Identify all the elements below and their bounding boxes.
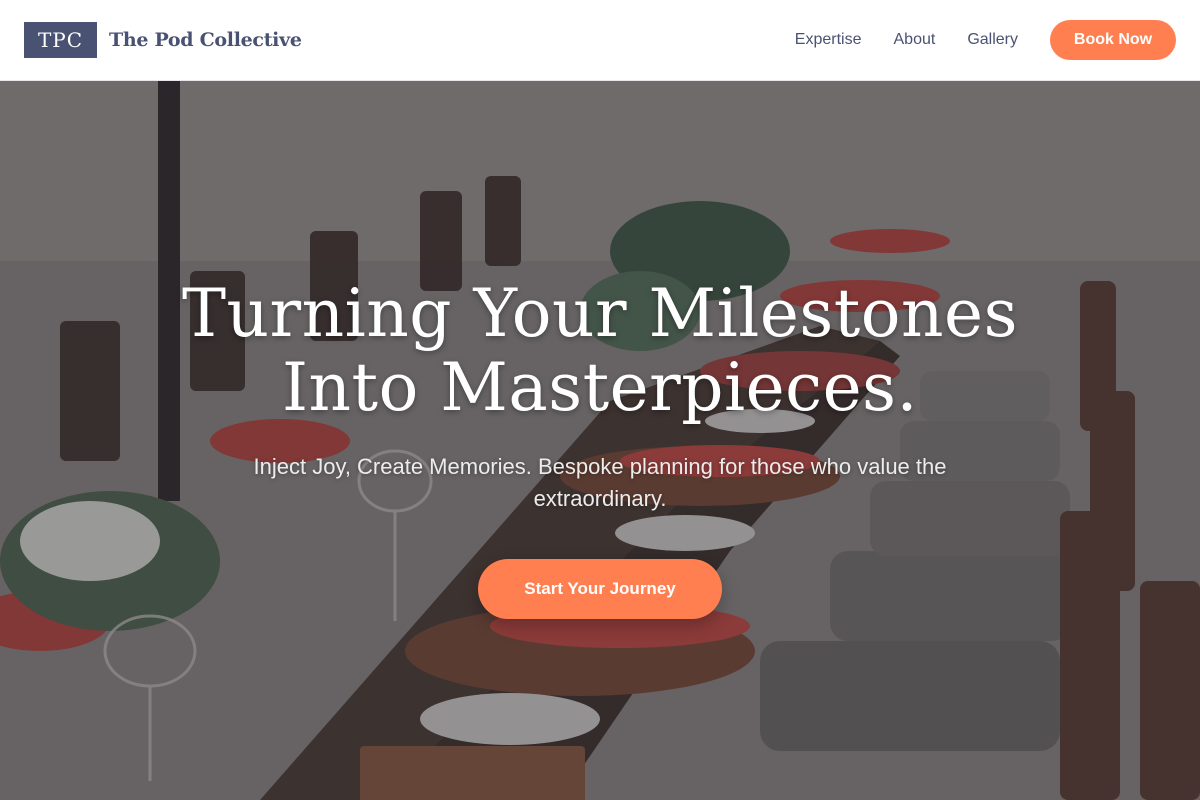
nav-link-gallery[interactable]: Gallery bbox=[967, 31, 1018, 49]
logo-mark[interactable]: TPC bbox=[24, 22, 97, 58]
hero-title: Turning Your Milestones Into Masterpiece… bbox=[150, 277, 1050, 425]
hero-title-line-1: Turning Your Milestones bbox=[182, 275, 1018, 352]
book-now-button[interactable]: Book Now bbox=[1050, 20, 1176, 60]
nav-link-about[interactable]: About bbox=[894, 31, 936, 49]
hero-subtitle: Inject Joy, Create Memories. Bespoke pla… bbox=[253, 454, 947, 511]
main-nav: Expertise About Gallery Book Now bbox=[795, 20, 1176, 60]
brand[interactable]: TPC The Pod Collective bbox=[24, 22, 302, 58]
hero-title-line-2: Into Masterpieces. bbox=[281, 349, 919, 426]
hero-content: Turning Your Milestones Into Masterpiece… bbox=[0, 81, 1200, 800]
hero-section: Turning Your Milestones Into Masterpiece… bbox=[0, 81, 1200, 800]
nav-link-expertise[interactable]: Expertise bbox=[795, 31, 862, 49]
start-journey-button[interactable]: Start Your Journey bbox=[478, 559, 722, 619]
brand-name[interactable]: The Pod Collective bbox=[109, 29, 302, 51]
site-header: TPC The Pod Collective Expertise About G… bbox=[0, 0, 1200, 81]
